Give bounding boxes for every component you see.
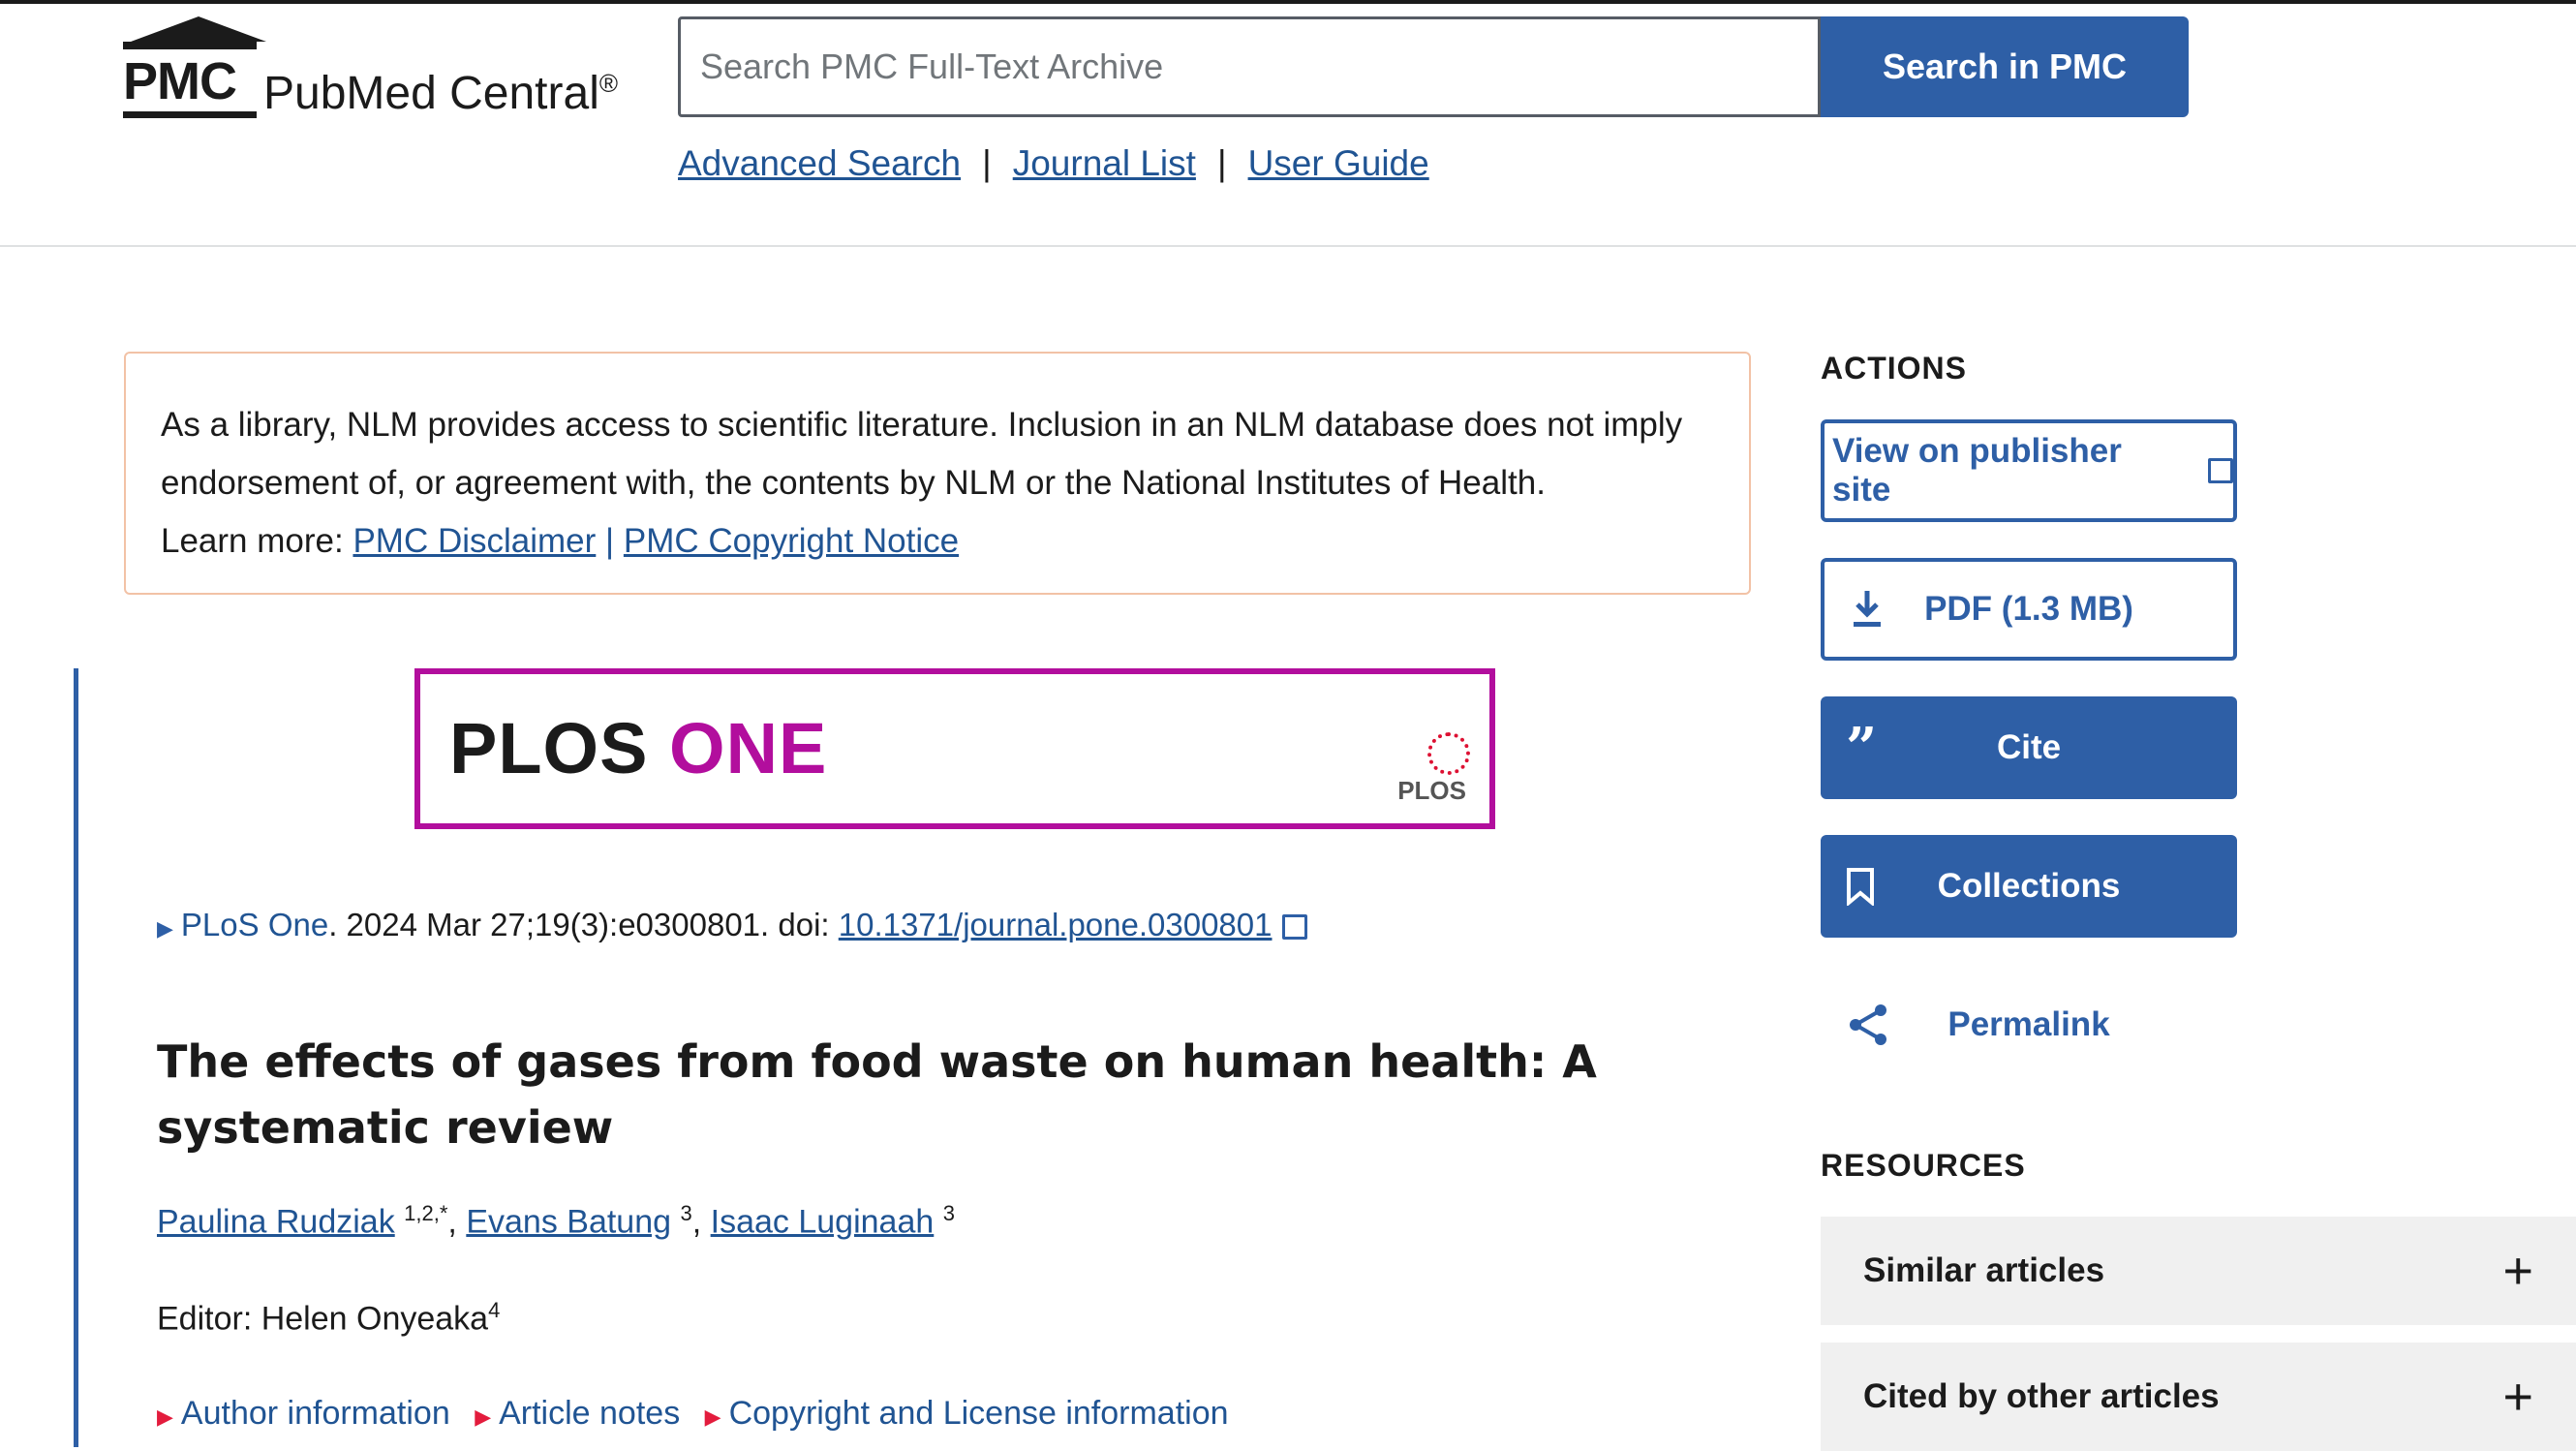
collections-button-label: Collections	[1937, 867, 2121, 905]
journal-list-link[interactable]: Journal List	[1013, 143, 1196, 183]
article-notes-label: Article notes	[499, 1395, 681, 1432]
expand-plus-icon[interactable]: +	[2502, 1241, 2533, 1301]
banner-word-plos: PLOS	[449, 708, 649, 788]
logo-roof-bar	[123, 42, 257, 49]
site-header: PMC PubMed Central® Search in PMC Advanc…	[0, 0, 2576, 247]
pmc-disclaimer-link[interactable]: PMC Disclaimer	[353, 522, 596, 560]
quote-icon: ”	[1846, 716, 1878, 780]
external-link-icon	[1281, 914, 1307, 940]
search-subnav: Advanced Search | Journal List | User Guide	[678, 143, 1429, 184]
logo-abbr: PMC	[123, 52, 237, 110]
user-guide-link[interactable]: User Guide	[1248, 143, 1429, 183]
share-icon	[1850, 1004, 1886, 1045]
citation-line: ▶ PLoS One. 2024 Mar 27;19(3):e0300801. d…	[157, 907, 1307, 943]
permalink-button[interactable]: Permalink	[1821, 973, 2237, 1076]
download-icon	[1854, 591, 1881, 627]
logo-registered-mark: ®	[598, 69, 619, 98]
doi-link[interactable]: 10.1371/journal.pone.0300801	[839, 907, 1273, 942]
pmc-logo[interactable]: PMC PubMed Central®	[123, 16, 646, 123]
editor-affiliation: 4	[488, 1298, 501, 1322]
author-affiliation: 3	[942, 1201, 955, 1225]
expand-plus-icon[interactable]: +	[2502, 1367, 2533, 1427]
actions-heading: ACTIONS	[1821, 351, 1967, 386]
disclaimer-separator: |	[605, 522, 615, 560]
nav-separator: |	[982, 143, 992, 183]
article-notes-toggle[interactable]: ▶ Article notes	[475, 1395, 680, 1432]
citation-details: . 2024 Mar 27;19(3):e0300801. doi:	[328, 907, 839, 942]
journal-banner-title: PLOS ONE	[449, 707, 827, 789]
author-affiliation: 1,2,*	[404, 1201, 448, 1225]
view-on-publisher-button[interactable]: View on publisher site	[1821, 419, 2237, 522]
author-link[interactable]: Paulina Rudziak	[157, 1203, 395, 1240]
expand-triangle-icon: ▶	[157, 1405, 173, 1429]
search-button[interactable]: Search in PMC	[1821, 16, 2189, 117]
author-list: Paulina Rudziak 1,2,*, Evans Batung 3, I…	[157, 1201, 955, 1241]
article-left-rule	[74, 668, 78, 1447]
disclaimer-text: As a library, NLM provides access to sci…	[161, 406, 1683, 502]
copyright-license-toggle[interactable]: ▶ Copyright and License information	[705, 1395, 1229, 1432]
search-input[interactable]	[678, 16, 1821, 117]
pdf-download-button[interactable]: PDF (1.3 MB)	[1821, 558, 2237, 661]
cited-by-label: Cited by other articles	[1863, 1377, 2220, 1415]
author-information-toggle[interactable]: ▶ Author information	[157, 1395, 450, 1432]
cite-button-label: Cite	[1996, 728, 2062, 766]
journal-link[interactable]: PLoS One	[181, 907, 328, 942]
author-affiliation: 3	[680, 1201, 692, 1225]
resources-heading: RESOURCES	[1821, 1148, 2026, 1183]
cite-button[interactable]: ” Cite	[1821, 696, 2237, 799]
learn-more-label: Learn more:	[161, 522, 344, 560]
plos-mini-logo: PLOS	[1397, 776, 1466, 805]
cited-by-accordion[interactable]: Cited by other articles +	[1821, 1343, 2576, 1451]
logo-name-text: PubMed Central	[263, 68, 599, 119]
external-link-icon	[2208, 458, 2233, 483]
advanced-search-link[interactable]: Advanced Search	[678, 143, 961, 183]
logo-roof-icon	[131, 16, 266, 42]
editor-line: Editor: Helen Onyeaka4	[157, 1298, 500, 1338]
publisher-button-label: View on publisher site	[1832, 432, 2122, 509]
author-information-label: Author information	[180, 1395, 450, 1432]
article-title: The effects of gases from food waste on …	[157, 1035, 1597, 1154]
pdf-button-label: PDF (1.3 MB)	[1924, 590, 2133, 628]
pmc-copyright-link[interactable]: PMC Copyright Notice	[624, 522, 959, 560]
article-info-links: ▶ Author information ▶ Article notes ▶ Copy…	[157, 1395, 1244, 1433]
author-link[interactable]: Evans Batung	[466, 1203, 671, 1240]
logo-floor-bar	[123, 111, 257, 118]
similar-articles-label: Similar articles	[1863, 1251, 2105, 1289]
expand-triangle-icon[interactable]: ▶	[157, 916, 173, 941]
expand-triangle-icon: ▶	[475, 1405, 492, 1429]
journal-banner[interactable]: PLOS ONE PLOS	[414, 668, 1495, 829]
nav-separator: |	[1216, 143, 1227, 183]
collections-button[interactable]: Collections	[1821, 835, 2237, 938]
similar-articles-accordion[interactable]: Similar articles +	[1821, 1217, 2576, 1325]
nlm-disclaimer-box: As a library, NLM provides access to sci…	[124, 352, 1751, 595]
author-link[interactable]: Isaac Luginaah	[711, 1203, 935, 1240]
copyright-license-label: Copyright and License information	[728, 1395, 1229, 1432]
expand-triangle-icon: ▶	[704, 1405, 721, 1429]
logo-name: PubMed Central®	[263, 55, 618, 122]
plos-burst-icon	[1427, 732, 1470, 775]
banner-word-one: ONE	[669, 708, 828, 788]
bookmark-icon	[1847, 868, 1874, 906]
editor-text: Editor: Helen Onyeaka	[157, 1300, 489, 1338]
